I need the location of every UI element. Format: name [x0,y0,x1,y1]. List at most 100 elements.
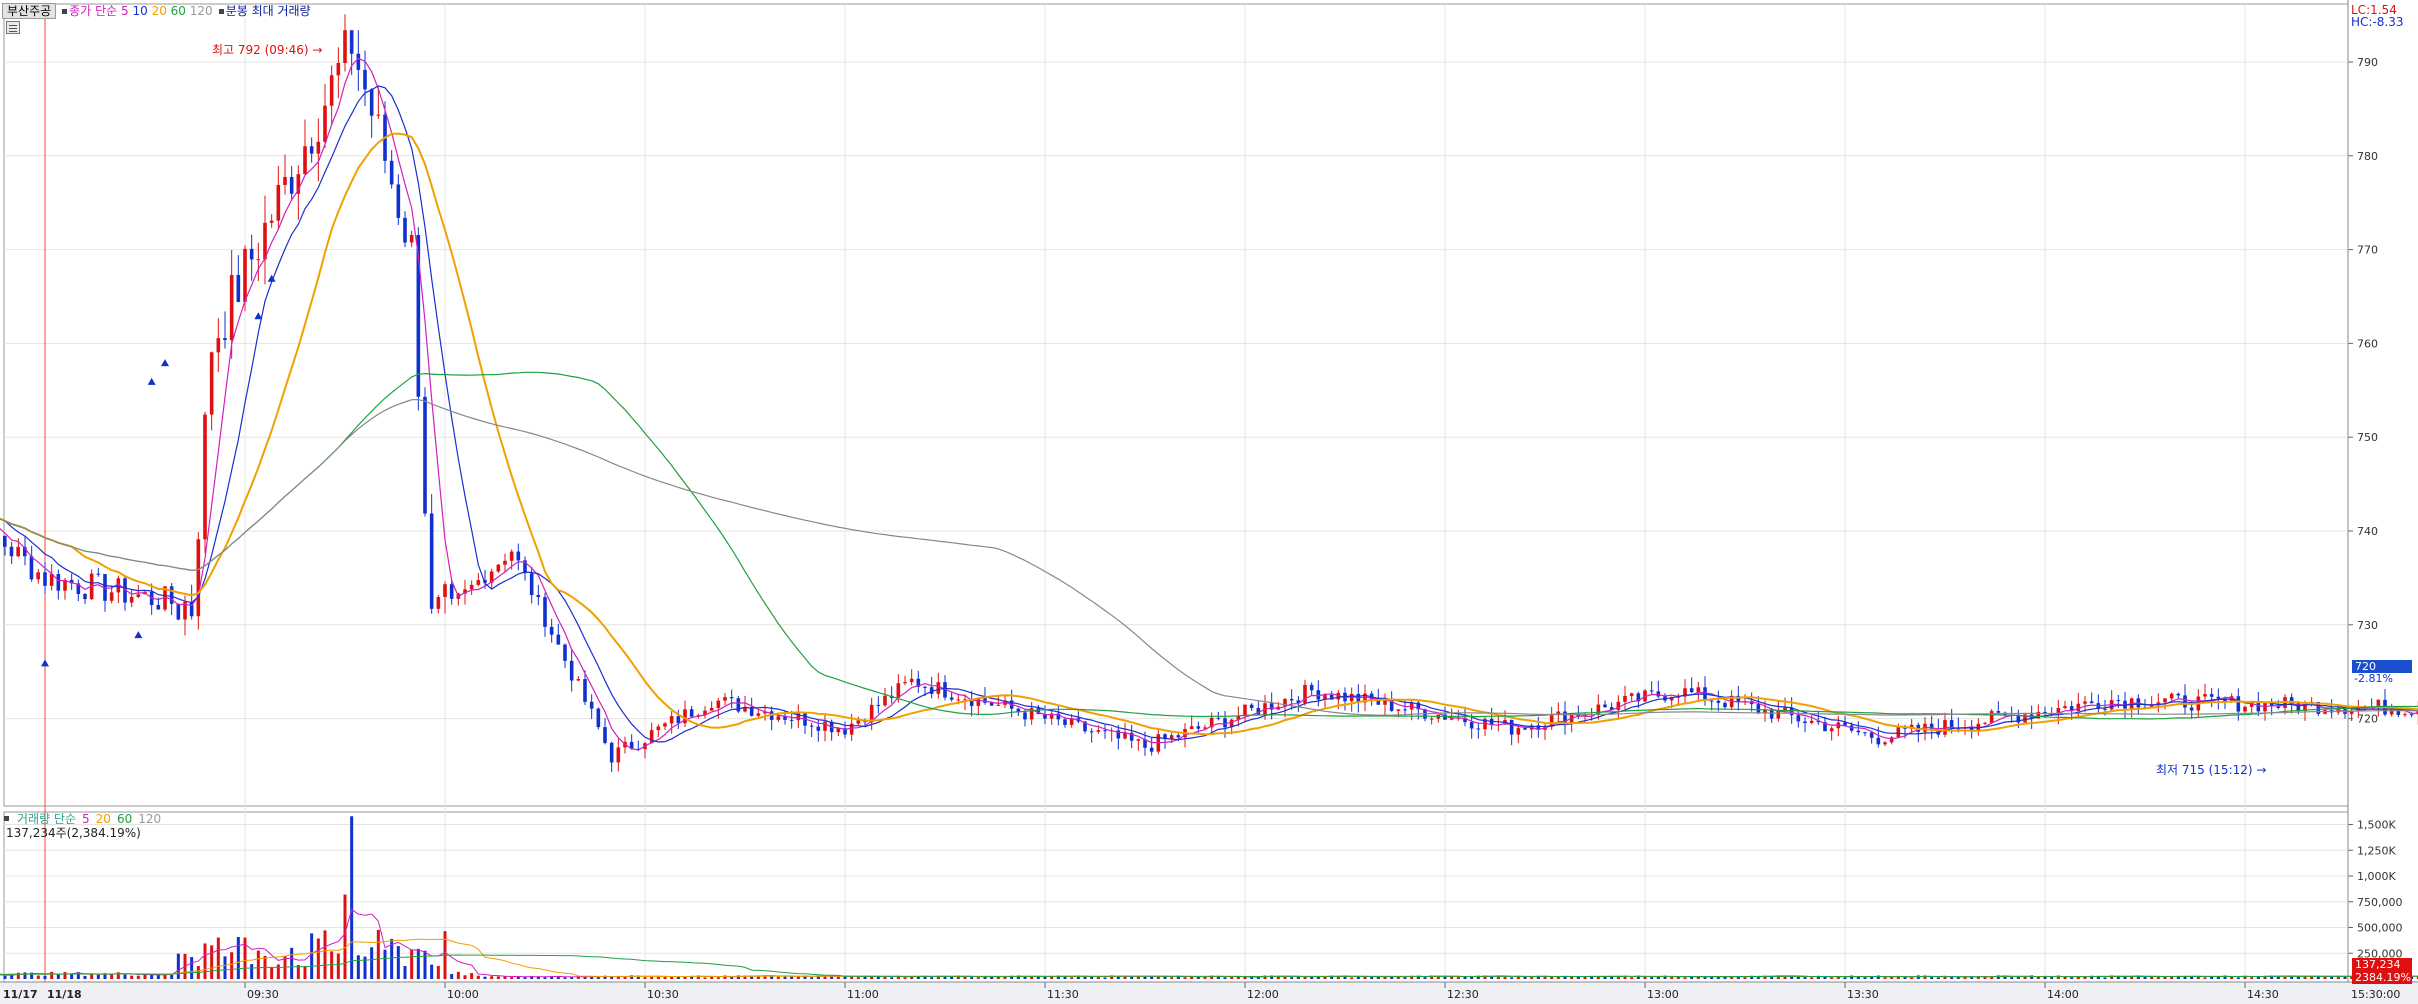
volume-bar [1530,977,1534,979]
volume-bar [1003,977,1007,979]
volume-bar [96,974,100,979]
volume-bar [1550,977,1554,979]
volume-bar [36,975,40,979]
candle-body [129,596,134,603]
volume-bar [976,977,980,979]
candle-body [789,719,794,721]
candle-body [1876,737,1881,745]
volume-bar [1703,977,1707,979]
low-annotation: 최저 715 (15:12) → [2156,761,2266,778]
candle-body [1996,711,2001,713]
volume-bar [1863,977,1867,979]
candle-body [716,700,721,708]
volume-panel-frame [3,811,2349,983]
volume-bar [2236,977,2240,979]
price-ma-legend[interactable]: 종가 단순 5 10 20 60 120 [62,2,213,19]
volume-bar [223,956,227,979]
price-tick-label: 770 [2357,244,2378,257]
time-tick-label: 13:00 [1647,988,1679,1001]
current-volume-badge: 137,234 [2352,958,2412,971]
volume-bar [963,976,967,979]
volume-bar [1803,977,1807,979]
volume-bar [436,965,440,979]
volume-bar [276,964,280,979]
chart-settings-icon[interactable] [6,21,20,34]
candle-body [109,592,114,601]
stock-selector-button[interactable]: 부산주공 [2,2,57,19]
price-ma-label: 종가 단순 [69,4,118,18]
volume-bar [730,977,734,979]
volume-bar [1116,976,1120,979]
candle-body [56,574,61,591]
volume-bar [1556,977,1560,979]
minute-volume-label: 분봉 최대 거래량 [225,4,311,18]
candle-body [1216,717,1221,719]
volume-bar [396,946,400,979]
candle-body [996,704,1001,706]
candle-body [309,146,314,154]
volume-bar [890,977,894,979]
candle-body [209,352,214,415]
candle-body [169,586,174,604]
candle-body [443,584,447,598]
volume-bar [823,976,827,979]
price-legend: 부산주공 종가 단순 5 10 20 60 120 분봉 최대 거래량 [2,2,311,19]
candle-body [2189,707,2194,711]
volume-bar [303,965,307,979]
volume-bar [310,933,314,979]
time-tick-label: 14:00 [2047,988,2079,1001]
volume-bar [476,975,480,979]
candle-body [909,678,914,683]
volume-percent-badge: 2384.19% [2352,971,2412,984]
time-tick-label: 11:30 [1047,988,1079,1001]
candle-body [376,114,381,116]
candle-body [1196,726,1201,729]
volume-bar [170,974,174,979]
candle-body [1689,688,1694,693]
volume-bar [316,938,320,979]
candle-body [256,259,261,261]
candle-body [196,539,201,617]
volume-bar [1843,977,1847,979]
candle-body [1123,732,1127,739]
candle-body [1856,730,1861,733]
volume-bar [463,975,467,979]
candle-body [2103,708,2107,710]
volume-bar [403,965,407,979]
change-percent: -2.81% [2354,672,2393,685]
candle-body [503,560,507,565]
candle-body [1716,700,1721,703]
candle-body [1289,698,1294,701]
candle-body [1149,747,1154,752]
minute-volume-legend[interactable]: 분봉 최대 거래량 [218,2,311,19]
candle-body [656,726,661,731]
candle-body [2209,694,2214,697]
volume-bar [783,976,787,979]
volume-bar [256,950,260,979]
candle-body [43,572,47,586]
chart-canvas[interactable]: 790 780 770 760 750 740 730 720 1,500K 1,250K 1,00… [0,0,2418,1004]
volume-bar [1670,977,1674,979]
volume-bar [130,975,134,979]
volume-bar [1363,976,1367,979]
volume-bar [483,976,487,979]
volume-bar [1503,977,1507,979]
candle-body [369,89,374,116]
candle-body [1756,704,1761,713]
volume-bar [356,955,360,979]
candle-body [223,338,227,341]
volume-bar [1583,976,1587,979]
volume-bar [203,943,207,979]
volume-info: 137,234주(2,384.19%) [6,826,141,840]
volume-bar [1423,977,1427,979]
volume-bar [2036,976,2040,979]
volume-bar [1303,976,1307,979]
time-tick-label: 09:30 [247,988,279,1001]
candle-body [2243,706,2247,712]
price-panel-frame [3,3,2349,807]
candle-body [1723,702,1727,708]
candle-body [723,697,727,701]
candle-body [1176,735,1181,738]
volume-bar [1130,976,1134,979]
volume-bar [83,975,87,979]
